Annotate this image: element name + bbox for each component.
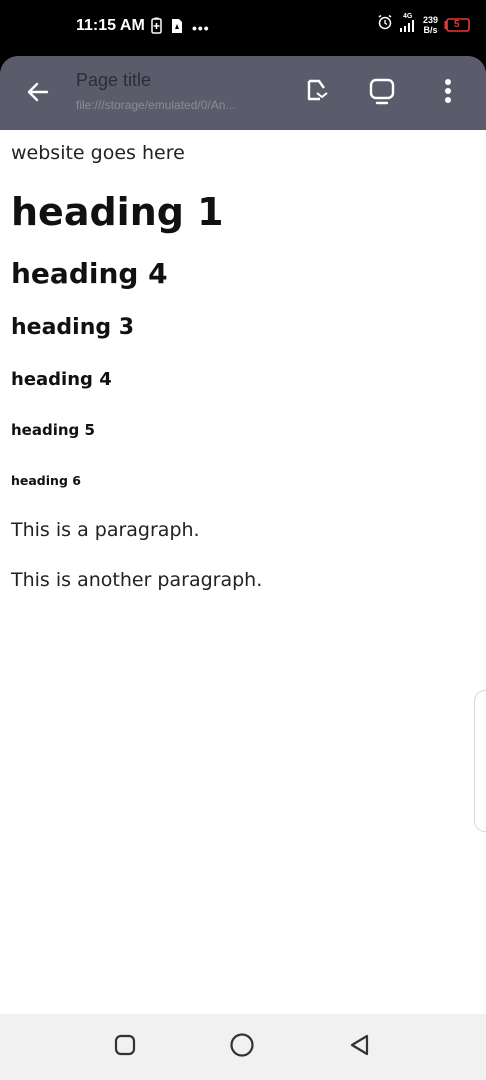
heading-2: heading 4 (11, 257, 168, 290)
page-url: file:///storage/emulated/0/An... (76, 98, 236, 112)
open-in-icon (302, 77, 332, 110)
heading-4: heading 4 (11, 369, 112, 390)
more-vert-icon (444, 78, 452, 109)
intro-text: website goes here (11, 142, 185, 164)
battery-level: 5 (454, 18, 460, 30)
recents-button[interactable] (112, 1034, 138, 1060)
heading-5: heading 5 (11, 421, 95, 439)
paragraph-1: This is a paragraph. (11, 519, 200, 541)
triangle-back-icon (348, 1033, 372, 1062)
desktop-mode-button[interactable] (365, 76, 399, 110)
battery-saver-icon (151, 17, 162, 39)
screen: 11:15 AM ••• 4G 239 B/s 5 Page title fil… (0, 0, 486, 1080)
edge-panel-handle[interactable] (474, 690, 486, 832)
home-button[interactable] (229, 1032, 255, 1063)
arrow-left-icon (25, 79, 51, 110)
page-title: Page title (76, 70, 152, 90)
more-options-button[interactable] (431, 76, 465, 110)
net-speed-value: 239 (422, 14, 438, 25)
signal-icon: 4G (399, 13, 417, 34)
status-time: 11:15 AM (76, 17, 145, 34)
heading-3: heading 3 (11, 315, 135, 340)
back-button[interactable] (22, 78, 54, 110)
square-icon (113, 1033, 137, 1062)
title-area[interactable]: Page title file:///storage/emulated/0/An… (76, 70, 276, 112)
status-left-icons: ••• (151, 17, 210, 39)
status-bar: 11:15 AM ••• 4G 239 B/s 5 (0, 0, 486, 56)
tablet-icon (367, 76, 397, 111)
back-nav-button[interactable] (347, 1034, 373, 1060)
status-more-icon: ••• (192, 20, 210, 36)
navigation-bar (0, 1014, 486, 1080)
open-in-button[interactable] (300, 76, 334, 110)
alarm-icon (377, 14, 393, 35)
status-right: 4G 239 B/s 5 (377, 13, 470, 35)
web-content: website goes here heading 1 heading 4 he… (0, 130, 486, 591)
heading-1: heading 1 (11, 190, 224, 234)
net-speed: 239 B/s (423, 15, 438, 35)
sim-card-icon (171, 18, 183, 39)
circle-icon (229, 1032, 255, 1063)
net-speed-unit: B/s (423, 24, 438, 35)
browser-toolbar: Page title file:///storage/emulated/0/An… (0, 56, 486, 130)
paragraph-2: This is another paragraph. (11, 569, 263, 591)
heading-6: heading 6 (11, 473, 81, 488)
battery-icon: 5 (444, 17, 470, 32)
